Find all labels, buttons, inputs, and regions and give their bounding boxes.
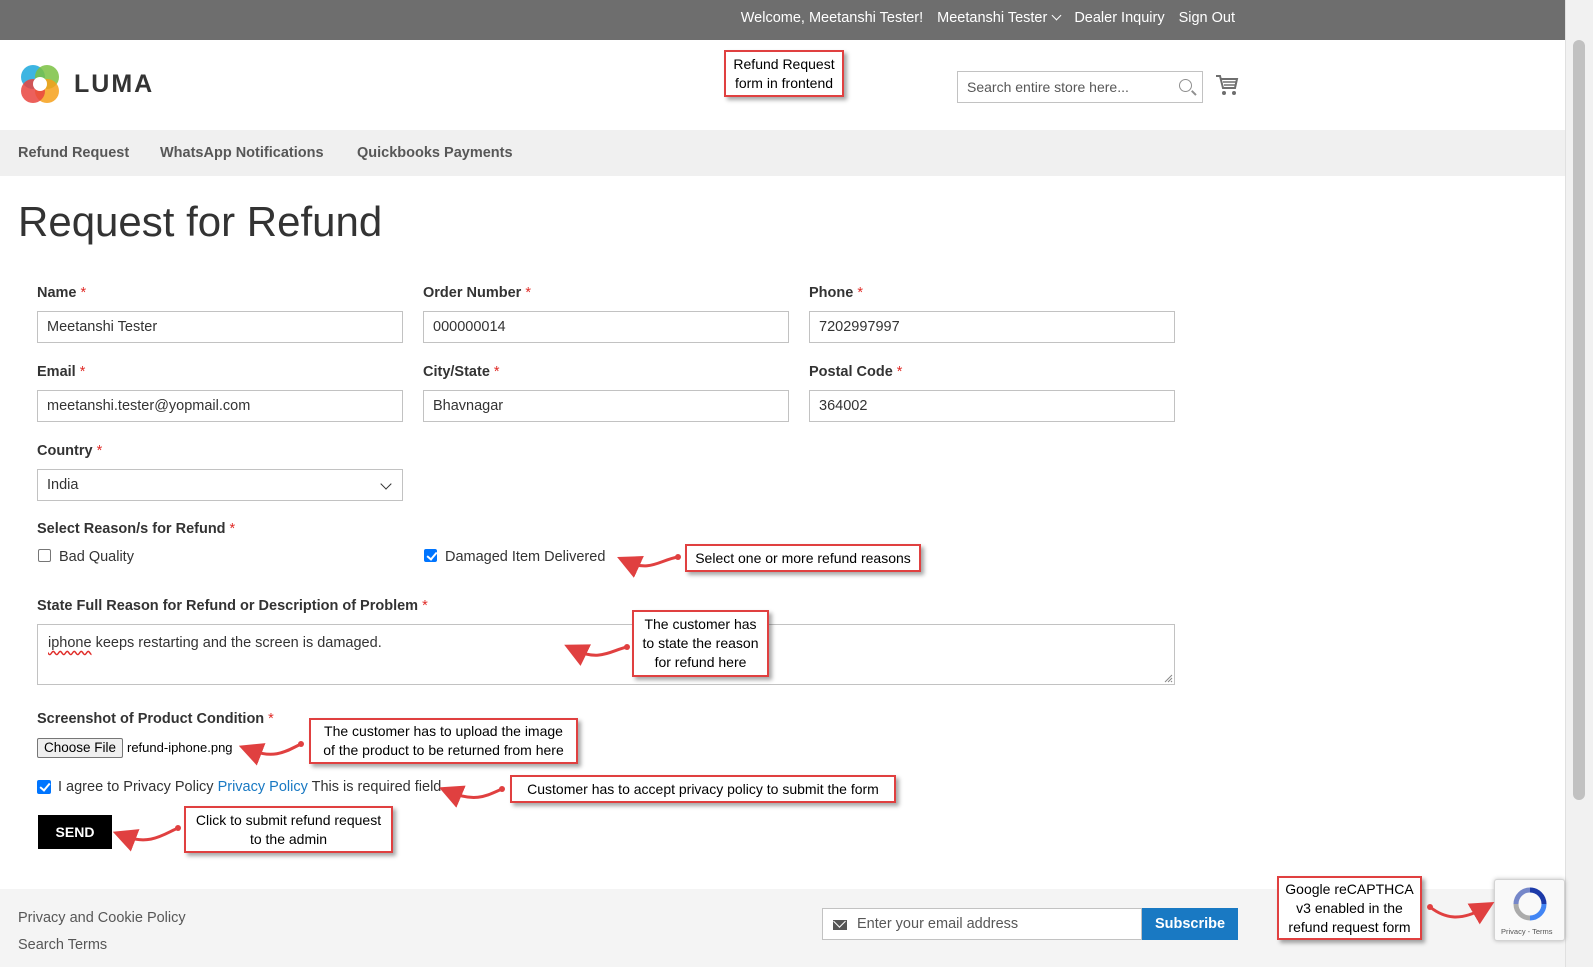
chevron-down-icon[interactable] xyxy=(1051,10,1062,21)
scrollbar-thumb[interactable] xyxy=(1573,40,1585,800)
logo-text: LUMA xyxy=(74,69,155,98)
arrow-to-reasons xyxy=(617,555,680,578)
privacy-cookie-policy-link[interactable]: Privacy and Cookie Policy xyxy=(18,910,186,926)
choose-file-button[interactable]: Choose File xyxy=(37,738,123,758)
misspelled-word: iphone xyxy=(48,635,92,651)
annotation-accept-privacy: Customer has to accept privacy policy to… xyxy=(510,775,896,803)
privacy-agree-checkbox[interactable] xyxy=(37,780,51,794)
postal-code-field[interactable]: 364002 xyxy=(809,390,1175,422)
recaptcha-links[interactable]: Privacy - Terms xyxy=(1501,927,1553,936)
country-value: India xyxy=(47,477,79,493)
resize-handle-icon[interactable] xyxy=(1164,674,1173,683)
damaged-item-checkbox[interactable] xyxy=(424,549,437,562)
privacy-agree-text: I agree to Privacy Policy Privacy Policy… xyxy=(58,779,446,795)
page-title: Request for Refund xyxy=(18,198,383,245)
send-button[interactable]: SEND xyxy=(38,815,112,849)
arrow-to-privacy xyxy=(438,785,504,808)
city-state-label: City/State * xyxy=(423,364,500,380)
welcome-message: Welcome, Meetanshi Tester! xyxy=(740,10,924,26)
dealer-inquiry-link[interactable]: Dealer Inquiry xyxy=(1074,10,1164,26)
newsletter-email-input[interactable] xyxy=(857,909,1137,939)
postal-code-label: Postal Code * xyxy=(809,364,903,380)
page-scrollbar[interactable] xyxy=(1565,0,1593,967)
annotation-recaptcha: Google reCAPTHCA v3 enabled in the refun… xyxy=(1277,876,1422,940)
search-box[interactable] xyxy=(957,71,1203,103)
chevron-down-icon xyxy=(380,478,392,490)
refund-reasons-label: Select Reason/s for Refund * xyxy=(37,521,236,537)
account-dropdown[interactable]: Meetanshi Tester xyxy=(937,10,1062,26)
annotation-upload-image: The customer has to upload the image of … xyxy=(309,718,578,764)
main-navigation: Refund Request WhatsApp Notifications Qu… xyxy=(0,130,1565,176)
email-label: Email * xyxy=(37,364,86,380)
bad-quality-label[interactable]: Bad Quality xyxy=(59,549,134,565)
phone-label: Phone * xyxy=(809,285,863,301)
privacy-policy-link[interactable]: Privacy Policy xyxy=(218,779,308,795)
nav-item-whatsapp-notifications[interactable]: WhatsApp Notifications xyxy=(160,145,324,161)
account-name[interactable]: Meetanshi Tester xyxy=(937,10,1047,26)
annotation-frontend-form: Refund Request form in frontend xyxy=(724,50,844,97)
search-icon[interactable] xyxy=(1179,79,1192,92)
screenshot-label: Screenshot of Product Condition * xyxy=(37,711,274,727)
subscribe-button[interactable]: Subscribe xyxy=(1142,908,1238,940)
cart-icon[interactable] xyxy=(1215,73,1239,97)
damaged-item-label[interactable]: Damaged Item Delivered xyxy=(445,549,605,565)
required-field-note: This is required field. xyxy=(311,779,446,795)
header-links: Welcome, Meetanshi Tester! Meetanshi Tes… xyxy=(741,10,1235,26)
description-textarea[interactable]: iphone keeps restarting and the screen i… xyxy=(37,624,1175,685)
annotation-state-reason: The customer has to state the reason for… xyxy=(632,610,769,677)
search-terms-link[interactable]: Search Terms xyxy=(18,937,107,953)
city-state-field[interactable]: Bhavnagar xyxy=(423,390,789,422)
email-field[interactable]: meetanshi.tester@yopmail.com xyxy=(37,390,403,422)
luma-logo-icon xyxy=(18,62,62,106)
arrow-to-send xyxy=(112,826,180,852)
order-number-field[interactable]: 000000014 xyxy=(423,311,789,343)
nav-item-refund-request[interactable]: Refund Request xyxy=(18,145,129,161)
annotation-submit: Click to submit refund request to the ad… xyxy=(184,806,393,853)
name-field[interactable]: Meetanshi Tester xyxy=(37,311,403,343)
description-text: keeps restarting and the screen is damag… xyxy=(91,635,382,651)
sign-out-link[interactable]: Sign Out xyxy=(1179,10,1235,26)
country-label: Country * xyxy=(37,443,103,459)
country-select[interactable]: India xyxy=(37,469,403,501)
selected-filename: refund-iphone.png xyxy=(127,740,233,755)
luma-logo[interactable]: LUMA xyxy=(18,62,154,106)
recaptcha-badge[interactable]: Privacy - Terms xyxy=(1494,879,1565,941)
phone-field[interactable]: 7202997997 xyxy=(809,311,1175,343)
arrow-to-choose-file xyxy=(238,742,303,766)
bad-quality-checkbox[interactable] xyxy=(38,549,51,562)
newsletter-box[interactable] xyxy=(822,908,1142,940)
recaptcha-icon xyxy=(1513,887,1547,921)
envelope-icon xyxy=(833,920,847,930)
name-label: Name * xyxy=(37,285,87,301)
search-input[interactable] xyxy=(958,72,1168,102)
order-number-label: Order Number * xyxy=(423,285,531,301)
description-label: State Full Reason for Refund or Descript… xyxy=(37,598,428,614)
nav-item-quickbooks-payments[interactable]: Quickbooks Payments xyxy=(357,145,513,161)
top-bar: Welcome, Meetanshi Tester! Meetanshi Tes… xyxy=(0,0,1565,40)
annotation-select-reasons: Select one or more refund reasons xyxy=(685,544,921,572)
